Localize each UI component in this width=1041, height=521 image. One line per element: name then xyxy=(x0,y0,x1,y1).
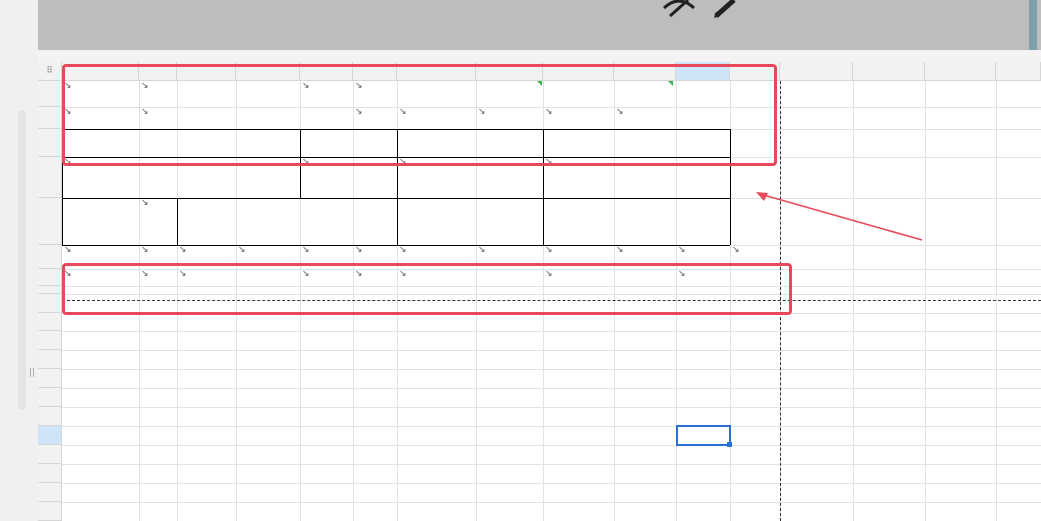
cell-marker-icon: ↘ xyxy=(678,245,686,255)
cell-marker-icon: ↘ xyxy=(141,245,149,255)
row-header-19[interactable] xyxy=(38,483,62,502)
cell-marker-icon: ↘ xyxy=(179,245,187,255)
cell-marker-icon: ↘ xyxy=(616,245,624,255)
gridline-v xyxy=(925,81,926,521)
sum-debit[interactable] xyxy=(397,198,543,245)
total-label[interactable] xyxy=(62,198,139,245)
column-header-p[interactable] xyxy=(925,62,996,81)
cell-marker-icon: ↘ xyxy=(302,245,310,255)
total-formula[interactable] xyxy=(143,200,395,243)
row-header-4[interactable] xyxy=(38,157,62,198)
highlight-box-header xyxy=(62,64,777,166)
gridline-h xyxy=(62,445,1041,446)
cell-marker-icon: ↘ xyxy=(64,245,72,255)
left-panel: || xyxy=(0,0,38,521)
row-header-11[interactable] xyxy=(38,331,62,350)
select-all-corner[interactable]: ⠿ xyxy=(38,62,62,81)
row-header-7[interactable] xyxy=(38,269,62,286)
gridline-h xyxy=(62,369,1041,370)
row-header-3[interactable] xyxy=(38,129,62,157)
cell-marker-icon: ↘ xyxy=(478,245,486,255)
row-header-16[interactable] xyxy=(38,426,62,445)
sum-credit[interactable] xyxy=(543,198,730,245)
column-header-q[interactable] xyxy=(996,62,1041,81)
row-header-2[interactable] xyxy=(38,107,62,129)
grid-dots-icon: ⠿ xyxy=(46,66,53,76)
selected-cell-k16[interactable] xyxy=(676,425,732,447)
gridline-h xyxy=(62,426,1041,427)
vertical-scrollbar[interactable] xyxy=(18,110,26,410)
row-header-1[interactable] xyxy=(38,81,62,107)
column-header-n[interactable] xyxy=(780,62,853,81)
row-header-18[interactable] xyxy=(38,464,62,483)
gridline-h xyxy=(62,464,1041,465)
highlight-box-signatures xyxy=(62,263,792,315)
row-header-6[interactable] xyxy=(38,245,62,269)
cell-marker-icon: ↘ xyxy=(355,245,363,255)
gridline-h xyxy=(62,407,1041,408)
row-header-13[interactable] xyxy=(38,369,62,388)
row-header-8[interactable] xyxy=(38,286,62,294)
row-header-17[interactable] xyxy=(38,445,62,464)
spreadsheet-grid[interactable]: ⠿ ↘ ↘ ↘ ↘ ↘ ↘ ↘ ↘ ↘ ↘ ↘ ↘ ↘ ↘ ↘ ↘ ↘ ↘ ↘ ↘ ↘ ↘ ↘ ↘ ↘ ↘ ↘ ↘ ↘ ↘ ↘ ↘ ↘ ↘ ↘ ↘ xyxy=(38,62,1041,521)
cell-marker-icon: ↘ xyxy=(141,198,149,208)
toolbar-area xyxy=(38,0,1041,50)
side-note[interactable] xyxy=(730,157,780,247)
gridline-h xyxy=(62,483,1041,484)
column-header-o[interactable] xyxy=(853,62,925,81)
gridline-h xyxy=(62,388,1041,389)
gridline-h xyxy=(62,350,1041,351)
row-header-15[interactable] xyxy=(38,407,62,426)
row-header-12[interactable] xyxy=(38,350,62,369)
row-header-9[interactable] xyxy=(38,294,62,313)
scroll-accent xyxy=(1029,0,1037,50)
gridline-v xyxy=(996,81,997,521)
row-header-10[interactable] xyxy=(38,313,62,331)
cell-marker-icon: ↘ xyxy=(545,245,553,255)
row-header-14[interactable] xyxy=(38,388,62,407)
gridline-v xyxy=(853,81,854,521)
resize-grip-icon[interactable]: || xyxy=(29,368,35,378)
cell-marker-icon: ↘ xyxy=(399,245,407,255)
row-header-20[interactable] xyxy=(38,502,62,521)
cell-marker-icon: ↘ xyxy=(732,245,740,255)
fill-handle[interactable] xyxy=(727,442,732,447)
gridline-h xyxy=(62,502,1041,503)
hide-eye-icon[interactable] xyxy=(662,0,696,22)
edit-pencil-icon[interactable] xyxy=(712,0,742,22)
gridline-h xyxy=(62,331,1041,332)
cell-marker-icon: ↘ xyxy=(238,245,246,255)
row-header-5[interactable] xyxy=(38,198,62,245)
